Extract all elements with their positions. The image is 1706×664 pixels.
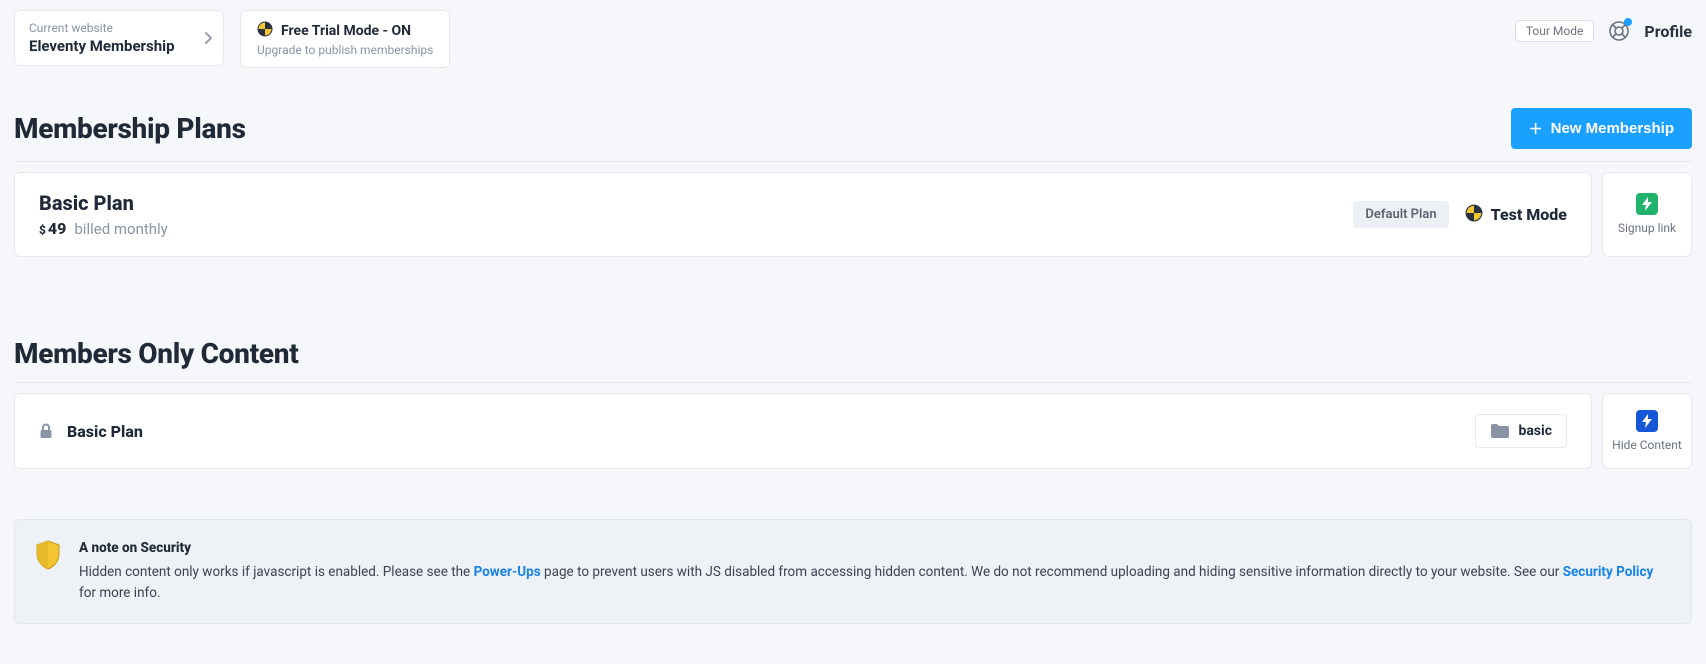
lock-icon bbox=[39, 423, 53, 439]
content-title: Members Only Content bbox=[14, 337, 298, 370]
plan-card[interactable]: Basic Plan $49 billed monthly Default Pl… bbox=[14, 172, 1592, 257]
top-bar: Current website Eleventy Membership Free… bbox=[14, 10, 1692, 68]
website-switcher[interactable]: Current website Eleventy Membership bbox=[14, 10, 224, 66]
website-switcher-label: Current website bbox=[29, 21, 209, 35]
security-note-text: Hidden content only works if javascript … bbox=[79, 564, 1653, 602]
plan-price: $49 bbox=[39, 219, 66, 238]
security-policy-link[interactable]: Security Policy bbox=[1563, 564, 1654, 580]
folder-icon bbox=[1490, 423, 1510, 439]
profile-link[interactable]: Profile bbox=[1644, 22, 1692, 41]
help-icon[interactable] bbox=[1608, 20, 1630, 42]
signup-link-label: Signup link bbox=[1618, 221, 1676, 235]
free-trial-subtitle: Upgrade to publish memberships bbox=[257, 43, 433, 57]
website-switcher-value: Eleventy Membership bbox=[29, 37, 209, 55]
hide-content-button[interactable]: Hide Content bbox=[1602, 393, 1692, 469]
security-note: A note on Security Hidden content only w… bbox=[14, 519, 1692, 624]
content-plan-name: Basic Plan bbox=[67, 422, 143, 441]
signup-link-button[interactable]: Signup link bbox=[1602, 172, 1692, 257]
new-membership-button[interactable]: ＋ New Membership bbox=[1511, 108, 1692, 149]
plans-title: Membership Plans bbox=[14, 112, 246, 145]
test-mode-badge: Test Mode bbox=[1465, 204, 1567, 226]
content-card[interactable]: Basic Plan basic bbox=[14, 393, 1592, 469]
shield-icon bbox=[35, 540, 61, 574]
bolt-icon bbox=[1636, 410, 1658, 432]
bolt-icon bbox=[1636, 193, 1658, 215]
folder-chip[interactable]: basic bbox=[1475, 414, 1567, 448]
free-trial-title: Free Trial Mode - ON bbox=[281, 23, 411, 39]
new-membership-label: New Membership bbox=[1551, 120, 1674, 137]
chevron-right-icon bbox=[203, 31, 213, 45]
plans-header: Membership Plans ＋ New Membership bbox=[14, 108, 1692, 162]
content-header: Members Only Content bbox=[14, 337, 1692, 383]
default-plan-badge: Default Plan bbox=[1353, 201, 1448, 228]
plan-billing: billed monthly bbox=[74, 220, 167, 238]
pie-icon bbox=[1465, 204, 1483, 226]
pie-icon bbox=[257, 21, 273, 41]
notification-dot-icon bbox=[1624, 18, 1632, 26]
security-note-title: A note on Security bbox=[79, 538, 1671, 560]
folder-chip-label: basic bbox=[1518, 423, 1552, 439]
plus-icon: ＋ bbox=[1529, 122, 1543, 136]
tour-mode-chip[interactable]: Tour Mode bbox=[1515, 20, 1595, 42]
powerups-link[interactable]: Power-Ups bbox=[474, 564, 541, 580]
hide-content-label: Hide Content bbox=[1612, 438, 1682, 452]
plan-name: Basic Plan bbox=[39, 191, 168, 215]
free-trial-card[interactable]: Free Trial Mode - ON Upgrade to publish … bbox=[240, 10, 450, 68]
